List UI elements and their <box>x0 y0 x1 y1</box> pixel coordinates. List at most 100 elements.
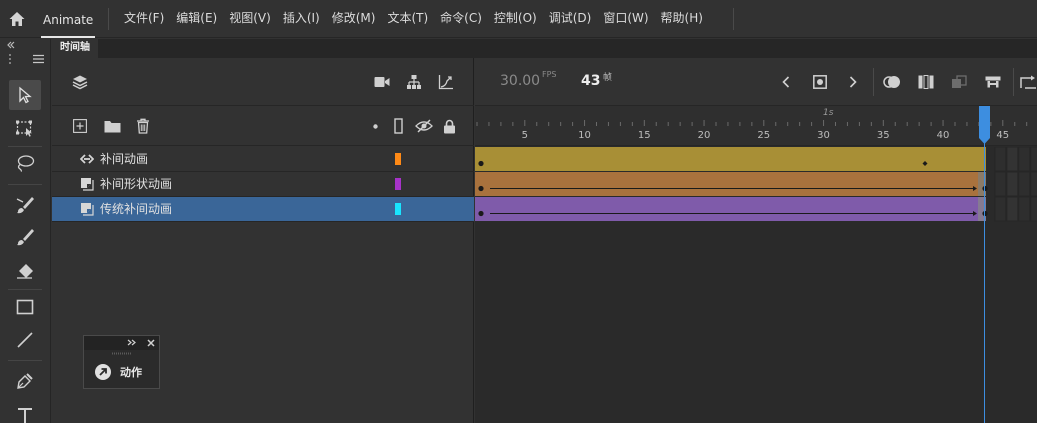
menu-separator <box>108 8 109 30</box>
actions-label[interactable]: 动作 <box>120 364 142 380</box>
layer-depth-icon[interactable] <box>983 73 1003 91</box>
frame-track-shape-tween[interactable] <box>475 172 1037 197</box>
keyframe-dot <box>478 210 484 217</box>
menu-help[interactable]: 帮助(H) <box>655 0 709 38</box>
onion-skin-icon[interactable] <box>882 73 902 91</box>
free-transform-tool[interactable] <box>9 113 41 143</box>
layer-page-icon <box>81 203 94 216</box>
previous-keyframe-icon[interactable] <box>778 73 794 91</box>
app-name-tab[interactable]: Animate <box>41 0 96 38</box>
tab-timeline[interactable]: 时间轴 <box>52 39 98 58</box>
track-overlay <box>478 185 988 192</box>
layer-row-shape-tween[interactable]: 补间形状动画 <box>52 172 474 197</box>
layer-name[interactable]: 补间动画 <box>100 147 148 172</box>
camera-icon[interactable] <box>373 73 391 91</box>
paint-brush-tool[interactable] <box>9 190 41 220</box>
actions-panel: 动作 <box>83 335 160 389</box>
menu-file[interactable]: 文件(F) <box>118 0 170 38</box>
rectangle-icon <box>16 299 34 315</box>
ruler-tick-label: 10 <box>578 130 591 141</box>
highlight-layers-icon[interactable] <box>369 120 381 132</box>
lasso-icon <box>17 155 35 172</box>
layer-name[interactable]: 传统补间动画 <box>100 197 172 222</box>
pen-tool[interactable] <box>9 367 41 397</box>
text-tool[interactable] <box>9 400 41 423</box>
ruler-tick-label: 30 <box>817 130 830 141</box>
expand-panel-icon[interactable] <box>127 339 136 346</box>
close-icon[interactable] <box>147 339 155 347</box>
panel-tab-strip: 时间轴 <box>52 39 1037 58</box>
home-icon[interactable] <box>8 10 26 28</box>
selection-tool[interactable] <box>9 80 41 110</box>
rectangle-tool[interactable] <box>9 292 41 322</box>
motion-tween-icon <box>80 154 94 164</box>
keyframe-dot <box>478 160 484 167</box>
new-layer-icon[interactable] <box>71 117 89 135</box>
hide-layers-icon[interactable] <box>414 117 434 135</box>
layer-row-classic-tween[interactable]: 传统补间动画 <box>52 197 474 222</box>
lock-layers-icon[interactable] <box>441 117 457 135</box>
toolbar-separator <box>1013 68 1014 96</box>
selection-arrow-icon <box>19 86 32 104</box>
free-transform-icon <box>16 120 32 137</box>
menu-separator <box>733 8 734 30</box>
graph-editor-icon[interactable] <box>437 73 455 91</box>
layer-outline-color[interactable] <box>395 178 401 190</box>
actions-panel-header[interactable] <box>84 336 159 355</box>
playhead-handle[interactable] <box>979 106 990 144</box>
layer-name[interactable]: 补间形状动画 <box>100 172 172 197</box>
fps-value[interactable]: 30.00 <box>500 73 540 89</box>
layer-parenting-icon[interactable] <box>405 73 423 91</box>
ruler-tick-label: 40 <box>936 130 950 141</box>
frame-track-motion-tween[interactable] <box>475 147 1037 172</box>
menu-text[interactable]: 文本(T) <box>381 0 434 38</box>
menu-edit[interactable]: 编辑(E) <box>170 0 223 38</box>
menu-commands[interactable]: 命令(C) <box>434 0 488 38</box>
delete-layer-icon[interactable] <box>134 117 152 135</box>
layer-row-motion-tween[interactable]: 补间动画 <box>52 147 474 172</box>
text-icon <box>18 408 32 423</box>
eraser-tool[interactable] <box>9 256 41 286</box>
seconds-marker: 1s <box>823 108 834 118</box>
menu-bar: Animate 文件(F) 编辑(E) 视图(V) 插入(I) 修改(M) 文本… <box>0 0 1037 38</box>
actions-icon[interactable] <box>94 363 112 381</box>
brush-tool[interactable] <box>9 222 41 252</box>
ruler-tick-label: 15 <box>637 130 651 141</box>
menu-insert[interactable]: 插入(I) <box>277 0 326 38</box>
timeline-ruler[interactable]: 1s 5 10 15 20 25 30 35 40 45 <box>475 106 1037 146</box>
loop-playback-icon[interactable] <box>1018 73 1037 91</box>
frame-track-classic-tween[interactable] <box>475 197 1037 222</box>
menu-view[interactable]: 视图(V) <box>223 0 277 38</box>
menu-control[interactable]: 控制(O) <box>488 0 543 38</box>
collapse-panel-icon[interactable] <box>6 41 16 49</box>
layer-controls <box>52 106 474 146</box>
menu-debug[interactable]: 调试(D) <box>543 0 598 38</box>
layer-panel-header <box>52 58 474 106</box>
panel-menu-icon[interactable] <box>33 54 44 64</box>
line-tool[interactable] <box>9 325 41 355</box>
layer-page-icon <box>81 178 94 191</box>
track-overlay <box>478 160 928 167</box>
paint-brush-icon <box>16 197 34 214</box>
frame-unit: 帧 <box>603 73 613 83</box>
keyframe-dot <box>478 185 484 192</box>
tool-divider <box>8 289 42 290</box>
layer-outline-color[interactable] <box>395 203 401 215</box>
next-keyframe-icon[interactable] <box>845 73 861 91</box>
menu-modify[interactable]: 修改(M) <box>326 0 382 38</box>
paste-frames-icon[interactable] <box>949 73 969 91</box>
edit-multiple-frames-icon[interactable] <box>916 73 936 91</box>
tween-arrowhead <box>973 211 977 216</box>
outline-view-icon[interactable] <box>391 117 405 135</box>
ruler-tick-label: 25 <box>757 130 771 141</box>
new-folder-icon[interactable] <box>102 117 122 135</box>
layer-outline-color[interactable] <box>395 153 401 165</box>
property-keyframe <box>922 161 928 166</box>
insert-keyframe-icon[interactable] <box>811 73 829 91</box>
current-frame-value[interactable]: 43 <box>581 73 600 89</box>
layers-stack-icon[interactable] <box>71 73 89 91</box>
playhead-line[interactable] <box>984 118 985 423</box>
lasso-tool[interactable] <box>9 148 41 178</box>
menu-window[interactable]: 窗口(W) <box>597 0 654 38</box>
drag-handle-icon[interactable] <box>8 53 12 65</box>
